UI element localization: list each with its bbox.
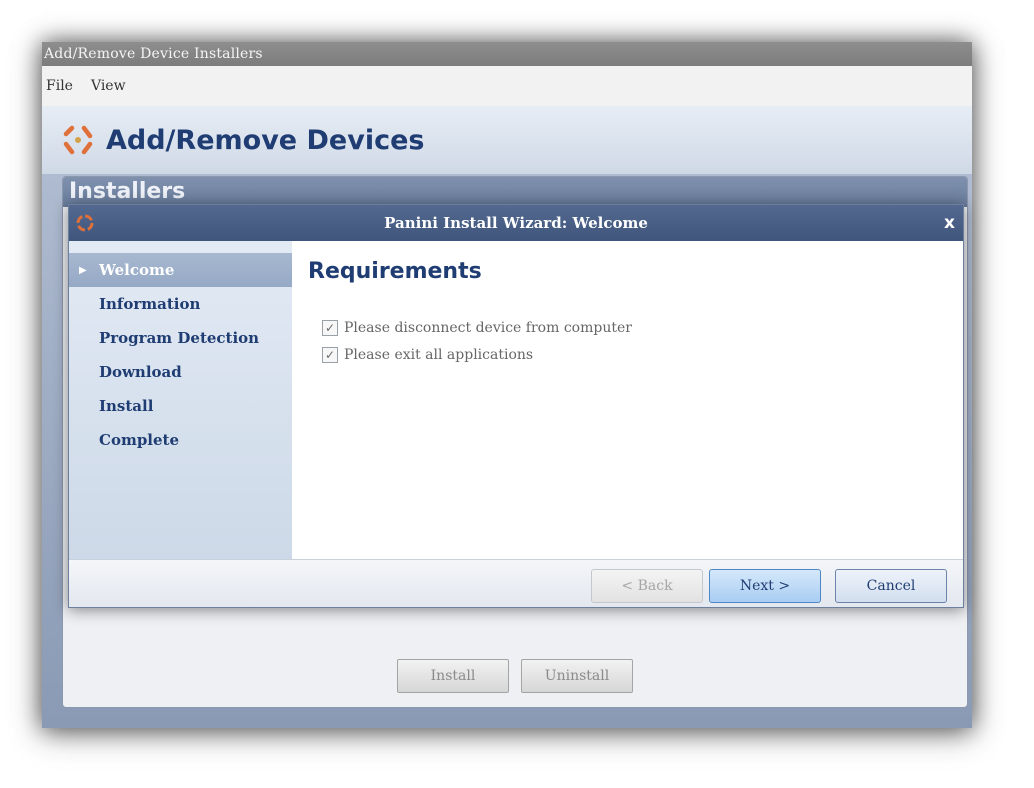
wizard-step-download: Download bbox=[69, 355, 292, 389]
wizard-content: Requirements ✓ Please disconnect device … bbox=[292, 241, 963, 559]
requirement-exit-applications: ✓ Please exit all applications bbox=[308, 341, 963, 368]
back-button[interactable]: < Back bbox=[591, 569, 703, 603]
current-step-arrow-icon: ▶ bbox=[79, 264, 87, 276]
wizard-step-label: Install bbox=[99, 397, 154, 415]
wizard-step-information: Information bbox=[69, 287, 292, 321]
wizard-logo-icon bbox=[76, 214, 94, 232]
wizard-footer: < Back Next > Cancel bbox=[69, 559, 963, 607]
wizard-step-label: Information bbox=[99, 295, 201, 313]
wizard-steps-sidebar: ▶ Welcome Information Program Detection … bbox=[69, 241, 292, 559]
wizard-step-welcome: ▶ Welcome bbox=[69, 253, 292, 287]
requirements-heading: Requirements bbox=[308, 259, 482, 284]
app-window-title: Add/Remove Device Installers bbox=[44, 46, 263, 62]
close-icon[interactable]: x bbox=[944, 205, 955, 241]
wizard-step-label: Complete bbox=[99, 431, 180, 449]
requirement-label: Please exit all applications bbox=[344, 346, 534, 363]
wizard-titlebar: Panini Install Wizard: Welcome x bbox=[69, 205, 963, 241]
wizard-step-label: Welcome bbox=[99, 261, 175, 279]
app-header-title: Add/Remove Devices bbox=[106, 124, 425, 156]
wizard-step-complete: Complete bbox=[69, 423, 292, 457]
checkbox-checked-icon[interactable]: ✓ bbox=[322, 346, 338, 363]
app-titlebar: Add/Remove Device Installers bbox=[42, 42, 972, 66]
wizard-step-label: Program Detection bbox=[99, 329, 260, 347]
uninstall-button[interactable]: Uninstall bbox=[521, 659, 633, 693]
wizard-title: Panini Install Wizard: Welcome bbox=[384, 214, 648, 232]
installers-footer: Install Uninstall bbox=[63, 659, 967, 693]
wizard-step-label: Download bbox=[99, 363, 182, 381]
wizard-step-program-detection: Program Detection bbox=[69, 321, 292, 355]
install-button[interactable]: Install bbox=[397, 659, 509, 693]
app-logo-icon bbox=[63, 125, 93, 155]
wizard-step-install: Install bbox=[69, 389, 292, 423]
menu-view[interactable]: View bbox=[91, 78, 126, 94]
requirement-label: Please disconnect device from computer bbox=[344, 319, 632, 336]
requirement-disconnect-device: ✓ Please disconnect device from computer bbox=[308, 314, 963, 341]
installers-panel-title: Installers bbox=[63, 177, 967, 207]
next-button[interactable]: Next > bbox=[709, 569, 821, 603]
install-wizard-dialog: Panini Install Wizard: Welcome x ▶ Welco… bbox=[68, 204, 964, 608]
checkbox-checked-icon[interactable]: ✓ bbox=[322, 319, 338, 336]
menu-file[interactable]: File bbox=[46, 78, 73, 94]
cancel-button[interactable]: Cancel bbox=[835, 569, 947, 603]
app-header: Add/Remove Devices bbox=[42, 106, 972, 174]
menubar: File View bbox=[42, 66, 972, 106]
